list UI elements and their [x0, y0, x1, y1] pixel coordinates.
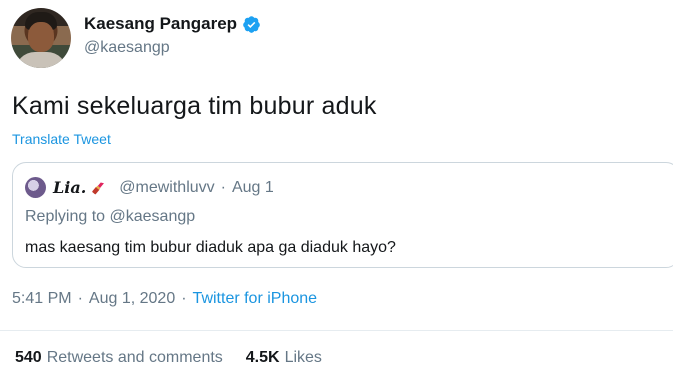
retweets-stat[interactable]: 540 Retweets and comments — [15, 349, 223, 367]
tweet-card: Kaesang Pangarep @kaesangp Kami sekeluar… — [0, 0, 673, 379]
author-name-row[interactable]: Kaesang Pangarep — [84, 14, 261, 34]
quoted-author-avatar[interactable] — [25, 177, 46, 198]
author-avatar[interactable] — [11, 8, 71, 68]
avatar-face — [28, 22, 54, 52]
separator-dot: · — [181, 290, 187, 307]
quoted-tweet-date[interactable]: Aug 1 — [232, 179, 274, 197]
quoted-author-name[interactable]: Lia. — [53, 178, 86, 197]
avatar-shirt — [15, 52, 67, 68]
likes-stat[interactable]: 4.5K Likes — [246, 349, 322, 367]
separator-dot: · — [220, 178, 226, 196]
likes-label: Likes — [284, 349, 322, 366]
tweet-source-link[interactable]: Twitter for iPhone — [193, 290, 318, 308]
lipstick-icon — [92, 181, 105, 194]
quoted-author-handle[interactable]: @mewithluvv — [119, 179, 214, 197]
replying-to-mention[interactable]: @kaesangp — [110, 208, 196, 225]
quoted-tweet[interactable]: Lia. @mewithluvv · Aug 1 Replying to @ka… — [12, 162, 673, 268]
tweet-date[interactable]: Aug 1, 2020 — [89, 290, 175, 308]
quoted-tweet-header: Lia. @mewithluvv · Aug 1 — [25, 177, 274, 198]
separator-dot: · — [77, 290, 83, 307]
retweets-count: 540 — [15, 349, 42, 366]
tweet-time[interactable]: 5:41 PM — [12, 290, 72, 308]
author-display-name[interactable]: Kaesang Pangarep — [84, 14, 237, 34]
translate-tweet-link[interactable]: Translate Tweet — [12, 131, 111, 147]
verified-badge-icon — [243, 15, 260, 33]
quoted-tweet-text: mas kaesang tim bubur diaduk apa ga diad… — [25, 239, 396, 256]
replying-to-prefix: Replying to — [25, 208, 106, 225]
author-handle[interactable]: @kaesangp — [84, 39, 170, 57]
divider — [0, 330, 673, 331]
retweets-label: Retweets and comments — [46, 349, 223, 366]
tweet-text: Kami sekeluarga tim bubur aduk — [12, 92, 377, 120]
tweet-meta: 5:41 PM · Aug 1, 2020 · Twitter for iPho… — [12, 290, 317, 308]
likes-count: 4.5K — [245, 349, 280, 366]
tweet-stats: 540 Retweets and comments 4.5K Likes — [15, 349, 345, 367]
replying-to-line: Replying to @kaesangp — [25, 208, 195, 226]
